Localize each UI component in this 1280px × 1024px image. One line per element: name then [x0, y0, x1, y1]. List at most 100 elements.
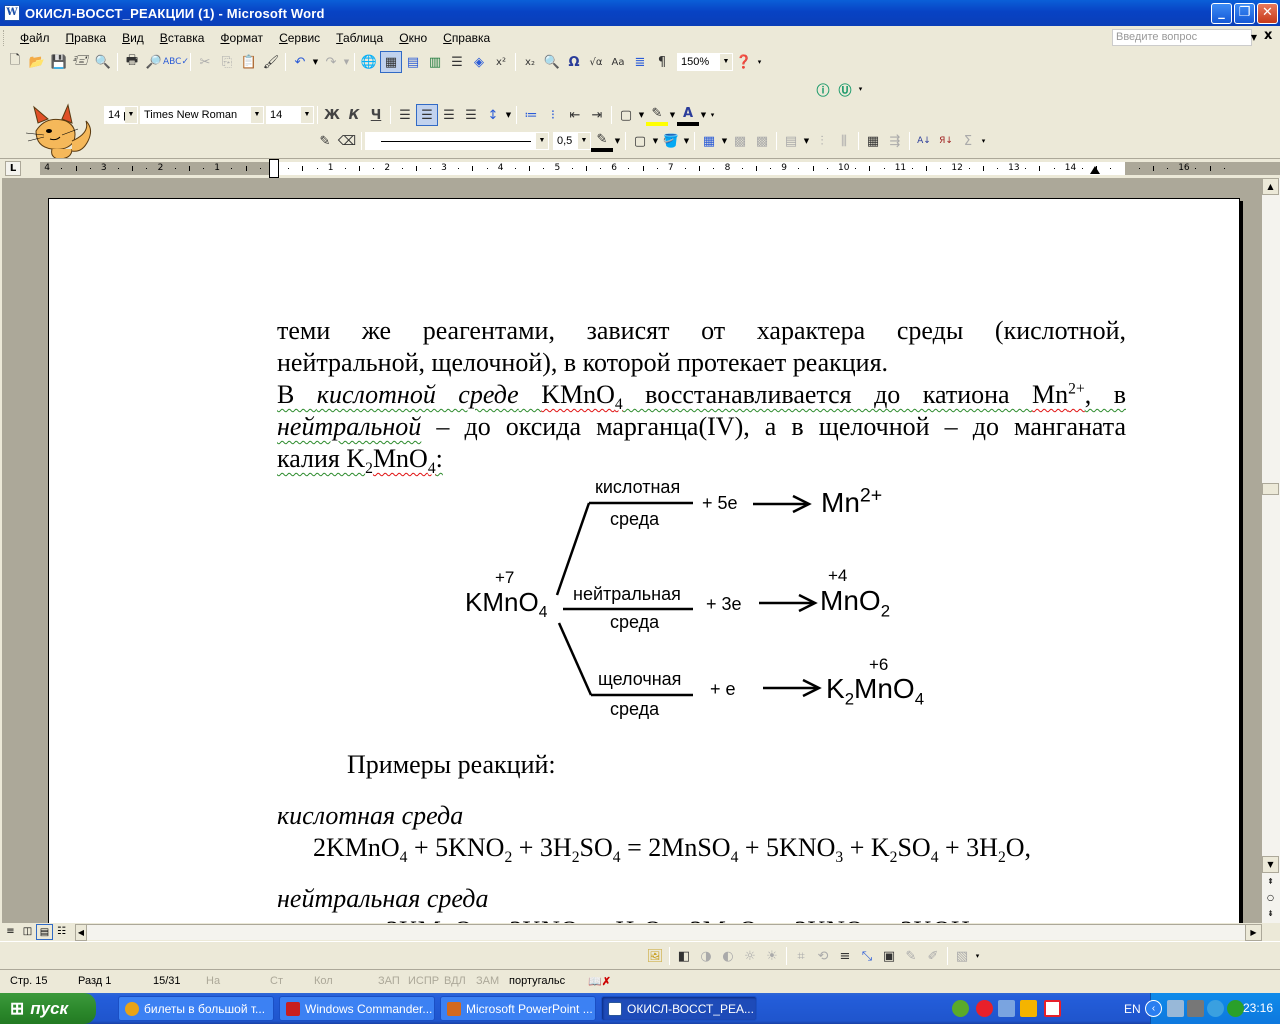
research-icon[interactable]: 🔍: [92, 51, 114, 73]
help-dropdown-arrow[interactable]: ▼: [1248, 30, 1260, 45]
tables-borders-icon[interactable]: ▦: [380, 51, 402, 73]
safely-remove-icon[interactable]: [1187, 1000, 1204, 1017]
paragraph-line[interactable]: нейтральной – до оксида марганца(IV), а …: [277, 411, 1126, 443]
chevron-down-icon[interactable]: ▼: [668, 111, 677, 119]
less-brightness-icon[interactable]: ☀: [761, 945, 783, 967]
eraser-icon[interactable]: ⌫: [336, 130, 358, 152]
less-contrast-icon[interactable]: ◐: [717, 945, 739, 967]
distribute-rows-icon[interactable]: ⫶: [811, 130, 833, 152]
chevron-down-icon[interactable]: ▼: [682, 137, 691, 145]
line-spacing-icon[interactable]: ↕: [482, 104, 504, 126]
print-preview-icon[interactable]: 🔎: [143, 51, 165, 73]
restore-button[interactable]: ❐: [1234, 3, 1255, 24]
format-picture-icon[interactable]: ✎: [900, 945, 922, 967]
undo-dropdown-icon[interactable]: ▼: [311, 58, 320, 66]
acidic-medium-label[interactable]: кислотная среда: [277, 800, 463, 832]
menu-window[interactable]: Окно: [391, 31, 435, 45]
merge-cells-icon[interactable]: ▩: [729, 130, 751, 152]
insert-picture-icon[interactable]: 🖼: [644, 945, 666, 967]
menu-insert[interactable]: Вставка: [152, 31, 213, 45]
text-direction-icon[interactable]: ⇶: [884, 130, 906, 152]
chevron-down-icon[interactable]: ▼: [637, 111, 646, 119]
chevron-down-icon[interactable]: ▼: [802, 137, 811, 145]
distribute-columns-icon[interactable]: ⫼: [833, 130, 855, 152]
underline-button[interactable]: Ч: [365, 104, 387, 126]
show-formatting-icon[interactable]: ≣: [629, 51, 651, 73]
network-icon[interactable]: [1167, 1000, 1184, 1017]
status-track-changes[interactable]: ИСПР: [408, 975, 439, 987]
menu-table[interactable]: Таблица: [328, 31, 391, 45]
antivirus-icon[interactable]: [1227, 1000, 1244, 1017]
find-icon[interactable]: 🔍: [541, 51, 563, 73]
mail-icon[interactable]: [998, 1000, 1015, 1017]
show-hidden-icons-button[interactable]: ‹: [1145, 1000, 1162, 1017]
paragraph-line[interactable]: калия K2MnO4:: [277, 443, 443, 476]
font-select[interactable]: Times New Roman ▼: [140, 106, 264, 124]
taskbar-item-powerpoint[interactable]: Microsoft PowerPoint ...: [440, 996, 596, 1021]
menu-edit[interactable]: Правка: [58, 31, 115, 45]
increase-indent-icon[interactable]: ⇥: [586, 104, 608, 126]
align-right-icon[interactable]: ☰: [438, 104, 460, 126]
close-document-button[interactable]: x: [1264, 28, 1272, 43]
drawing-icon[interactable]: ◈: [468, 51, 490, 73]
equation-icon[interactable]: √α: [585, 51, 607, 73]
yandex-icon[interactable]: [1044, 1000, 1061, 1017]
menu-file[interactable]: Файл: [12, 31, 58, 45]
yandex-browser-icon[interactable]: [976, 1000, 993, 1017]
chevron-down-icon[interactable]: ▼: [536, 133, 548, 149]
open-icon[interactable]: 📂: [26, 51, 48, 73]
line-style-select[interactable]: ▼: [365, 132, 549, 150]
outside-border-icon[interactable]: ▢: [629, 130, 651, 152]
symbol-icon[interactable]: Ω: [563, 51, 585, 73]
chevron-down-icon[interactable]: ▼: [504, 111, 513, 119]
scroll-down-button[interactable]: ▼: [1262, 856, 1279, 873]
align-icon[interactable]: ▤: [780, 130, 802, 152]
more-brightness-icon[interactable]: ☼: [739, 945, 761, 967]
status-language[interactable]: португальс: [509, 975, 565, 987]
align-left-icon[interactable]: ☰: [394, 104, 416, 126]
previous-page-button[interactable]: ⇞: [1262, 874, 1279, 891]
toolbar-grip[interactable]: [3, 29, 6, 46]
chevron-down-icon[interactable]: ▼: [301, 107, 313, 123]
align-center-icon[interactable]: ☰: [416, 104, 438, 126]
toolbar-options-icon[interactable]: ▾: [708, 111, 717, 119]
browse-object-button[interactable]: ○: [1262, 890, 1279, 907]
crop-icon[interactable]: ⌗: [790, 945, 812, 967]
acidic-equation[interactable]: 2KMnO4 + 5KNO2 + 3H2SO4 = 2MnSO4 + 5KNO3…: [313, 832, 1031, 865]
minimize-button[interactable]: _: [1211, 3, 1232, 24]
toolbar-options-icon[interactable]: ▾: [979, 137, 988, 145]
horizontal-scrollbar[interactable]: ◀ ▶: [75, 924, 1262, 941]
horizontal-ruler[interactable]: 4 3 2 1 1 2 3 4 5 6 7 8 9 10 11 12 13 14 16: [40, 159, 1280, 178]
copy-icon[interactable]: ⎘: [216, 51, 238, 73]
bullets-icon[interactable]: ⁝: [542, 104, 564, 126]
hyperlink-icon[interactable]: 🌐: [358, 51, 380, 73]
next-page-button[interactable]: ⇟: [1262, 906, 1279, 923]
color-icon[interactable]: ◧: [673, 945, 695, 967]
indent-marker[interactable]: [269, 159, 279, 178]
taskbar-item-word[interactable]: ОКИСЛ-ВОССТ_РЕА...: [601, 996, 757, 1021]
zoom-select[interactable]: 150% ▼: [677, 53, 733, 71]
spelling-icon[interactable]: ABC✓: [163, 51, 189, 73]
sort-descending-icon[interactable]: Я↓: [935, 130, 957, 152]
more-contrast-icon[interactable]: ◑: [695, 945, 717, 967]
border-icon[interactable]: ▢: [615, 104, 637, 126]
set-transparent-color-icon[interactable]: ✐: [922, 945, 944, 967]
menu-tools[interactable]: Сервис: [271, 31, 328, 45]
network-error-icon[interactable]: [1207, 1000, 1224, 1017]
print-layout-icon[interactable]: ▤: [36, 924, 53, 940]
superscript-icon[interactable]: x²: [490, 51, 512, 73]
paste-icon[interactable]: 📋: [238, 51, 260, 73]
taskbar-item-chrome[interactable]: билеты в большой т...: [118, 996, 274, 1021]
compress-pictures-icon[interactable]: ⤡: [856, 945, 878, 967]
status-record[interactable]: ЗАП: [378, 975, 400, 987]
highlight-icon[interactable]: ✎: [646, 104, 668, 126]
insert-table-icon[interactable]: ▤: [402, 51, 424, 73]
insert-excel-icon[interactable]: ▥: [424, 51, 446, 73]
toolbar-options-icon[interactable]: ▾: [755, 58, 764, 66]
format-painter-icon[interactable]: 🖌: [260, 51, 282, 73]
print-icon[interactable]: 🖶: [121, 51, 143, 73]
font-color-icon[interactable]: A: [677, 104, 699, 126]
menu-help[interactable]: Справка: [435, 31, 498, 45]
paragraph-line[interactable]: В кислотной среде KMnO4 восстанавливаетс…: [277, 379, 1126, 412]
paragraph-line[interactable]: теми же реагентами, зависят от характера…: [277, 315, 1126, 347]
